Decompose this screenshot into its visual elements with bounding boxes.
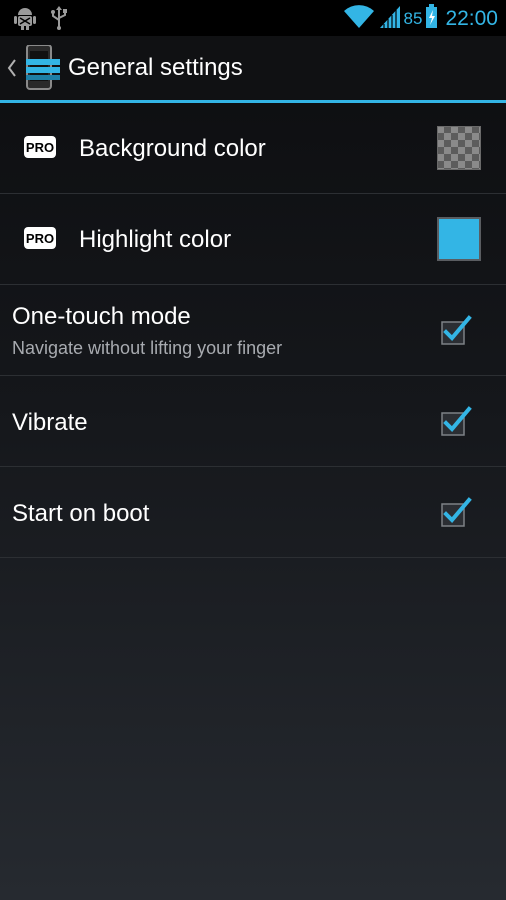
vibrate-checkbox[interactable] (440, 406, 472, 436)
pref-title: Highlight color (79, 226, 232, 253)
status-bar: 85 22:00 (0, 0, 506, 36)
pref-title: Background color (79, 135, 266, 162)
android-debug-icon (14, 6, 36, 35)
start-on-boot-checkbox[interactable] (440, 497, 472, 527)
pref-title: One-touch mode (12, 303, 191, 330)
pref-one-touch-mode[interactable]: One-touch mode Navigate without lifting … (0, 285, 506, 376)
usb-icon (50, 6, 68, 35)
pref-highlight-color[interactable]: PRO Highlight color (0, 194, 506, 285)
signal-icon (378, 4, 400, 33)
page-title: General settings (68, 54, 243, 81)
battery-charging-icon (426, 4, 438, 33)
one-touch-mode-checkbox[interactable] (440, 315, 472, 345)
battery-percent: 85 (403, 8, 423, 28)
pro-badge: PRO (24, 227, 56, 249)
app-phone-icon[interactable] (24, 44, 64, 91)
pref-title: Start on boot (12, 500, 150, 527)
pro-badge: PRO (24, 136, 56, 158)
chevron-left-icon[interactable] (4, 56, 18, 80)
preference-list: PRO Background color PRO Highlight color… (0, 103, 506, 558)
pref-title: Vibrate (12, 409, 88, 436)
clock: 22:00 (445, 6, 498, 30)
highlight-color-swatch[interactable] (437, 217, 481, 261)
pref-start-on-boot[interactable]: Start on boot (0, 467, 506, 558)
pref-vibrate[interactable]: Vibrate (0, 376, 506, 467)
wifi-icon (343, 4, 374, 33)
pref-summary: Navigate without lifting your finger (12, 338, 283, 358)
action-bar: General settings (0, 36, 506, 103)
pref-background-color[interactable]: PRO Background color (0, 103, 506, 194)
background-color-swatch[interactable] (437, 126, 481, 170)
